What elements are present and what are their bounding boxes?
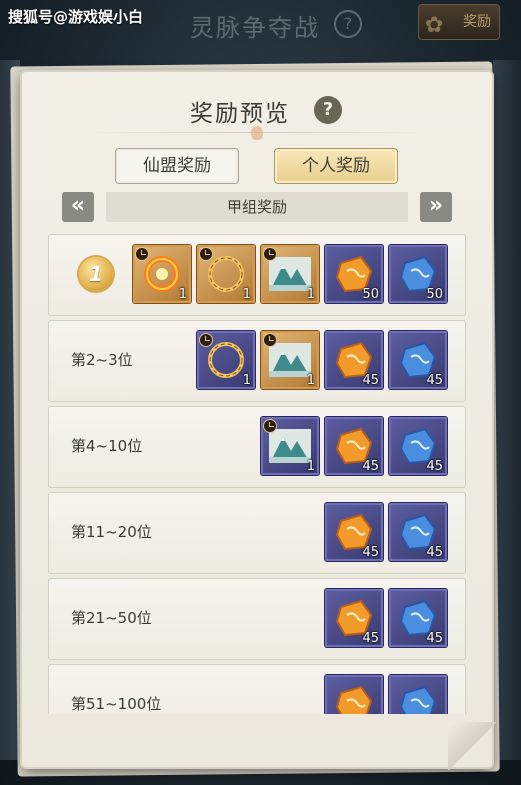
help-icon[interactable]: ? (314, 96, 342, 124)
reward-item-slot[interactable]: 1 (197, 245, 255, 303)
reward-item-slot[interactable]: 1 (261, 331, 319, 389)
rank-label: 第4~10位 (71, 437, 143, 455)
item-count: 45 (362, 545, 379, 560)
watermark: 搜狐号@游戏娱小白 (8, 8, 144, 26)
page-curl (448, 722, 496, 770)
reward-items: 45 45 (325, 503, 447, 563)
next-group-button[interactable]: » (420, 192, 452, 222)
reward-item-slot[interactable]: 1 (197, 331, 255, 389)
item-count: 1 (242, 373, 251, 388)
item-count: 50 (426, 287, 443, 302)
divider-ornament-icon (251, 126, 263, 140)
dialog-title: 奖励预览 (22, 94, 492, 128)
item-count: 45 (426, 459, 443, 474)
reward-row: 第4~10位 1 45 45 (48, 406, 466, 488)
rank-medal-icon: 1 (79, 257, 113, 291)
rank-label: 第11~20位 (71, 523, 152, 541)
clock-icon (135, 247, 149, 261)
reward-item-slot[interactable]: 50 (325, 245, 383, 303)
group-label: 甲组奖励 (106, 192, 408, 222)
item-count: 1 (306, 287, 315, 302)
reward-row: 第2~3位 1 1 45 45 (48, 320, 466, 402)
item-count: 50 (362, 287, 379, 302)
item-count: 1 (306, 373, 315, 388)
rank-label: 第21~50位 (71, 609, 152, 627)
reward-item-slot[interactable]: 45 (389, 417, 447, 475)
item-count: 1 (306, 459, 315, 474)
reward-button-label: 奖励 (463, 14, 491, 30)
clock-icon (263, 247, 277, 261)
dialog-title-text: 奖励预览 (190, 101, 290, 127)
reward-item-slot[interactable]: 45 (325, 331, 383, 389)
reward-row: 1 1 1 1 50 50 (48, 234, 466, 316)
reward-item-slot[interactable] (325, 675, 383, 714)
game-title: 灵脉争夺战 (190, 14, 320, 42)
reward-item-slot[interactable]: 50 (389, 245, 447, 303)
item-count: 45 (362, 373, 379, 388)
previous-group-button[interactable]: « (62, 192, 94, 222)
reward-row: 第21~50位 45 45 (48, 578, 466, 660)
reward-item-slot[interactable]: 45 (389, 589, 447, 647)
reward-items: 45 45 (325, 589, 447, 649)
reward-button[interactable]: ✿ 奖励 (418, 4, 500, 40)
gift-icon: ✿ (425, 13, 444, 38)
item-count: 1 (178, 287, 187, 302)
reward-preview-dialog: 奖励预览 ? 仙盟奖励 个人奖励 « 甲组奖励 » 1 1 1 1 50 50 第2~3位 1… (22, 72, 492, 767)
reward-items: 1 1 45 45 (197, 331, 447, 391)
reward-item-slot[interactable]: 1 (261, 245, 319, 303)
clock-icon (263, 419, 277, 433)
reward-item-slot[interactable]: 1 (133, 245, 191, 303)
clock-icon (199, 333, 213, 347)
reward-items: 1 1 1 50 50 (133, 245, 447, 305)
item-count: 45 (426, 631, 443, 646)
rank-label: 第2~3位 (71, 351, 133, 369)
reward-list[interactable]: 1 1 1 1 50 50 第2~3位 1 1 45 45 第4~10位 1 45 45 第11~20位 45 4… (48, 234, 466, 714)
clock-icon (263, 333, 277, 347)
reward-item-slot[interactable]: 45 (325, 503, 383, 561)
reward-items: 1 45 45 (261, 417, 447, 477)
header-help-icon[interactable]: ? (334, 10, 362, 38)
item-count: 45 (426, 373, 443, 388)
reward-item-slot[interactable]: 45 (389, 331, 447, 389)
item-count: 45 (362, 459, 379, 474)
rank-label: 第51~100位 (71, 695, 162, 713)
tab-alliance-rewards[interactable]: 仙盟奖励 (115, 148, 239, 184)
clock-icon (199, 247, 213, 261)
reward-row: 第11~20位 45 45 (48, 492, 466, 574)
reward-item-slot[interactable] (389, 675, 447, 714)
double-chevron-right-icon: » (428, 193, 444, 218)
item-count: 45 (362, 631, 379, 646)
reward-item-slot[interactable]: 1 (261, 417, 319, 475)
reward-items (325, 675, 447, 714)
reward-item-slot[interactable]: 45 (325, 589, 383, 647)
item-count: 1 (242, 287, 251, 302)
tab-personal-rewards[interactable]: 个人奖励 (274, 148, 398, 184)
reward-item-slot[interactable]: 45 (389, 503, 447, 561)
top-bar: 搜狐号@游戏娱小白 灵脉争夺战 ? ✿ 奖励 (0, 0, 521, 50)
double-chevron-left-icon: « (70, 193, 86, 218)
item-count: 45 (426, 545, 443, 560)
reward-item-slot[interactable]: 45 (325, 417, 383, 475)
reward-row: 第51~100位 (48, 664, 466, 714)
